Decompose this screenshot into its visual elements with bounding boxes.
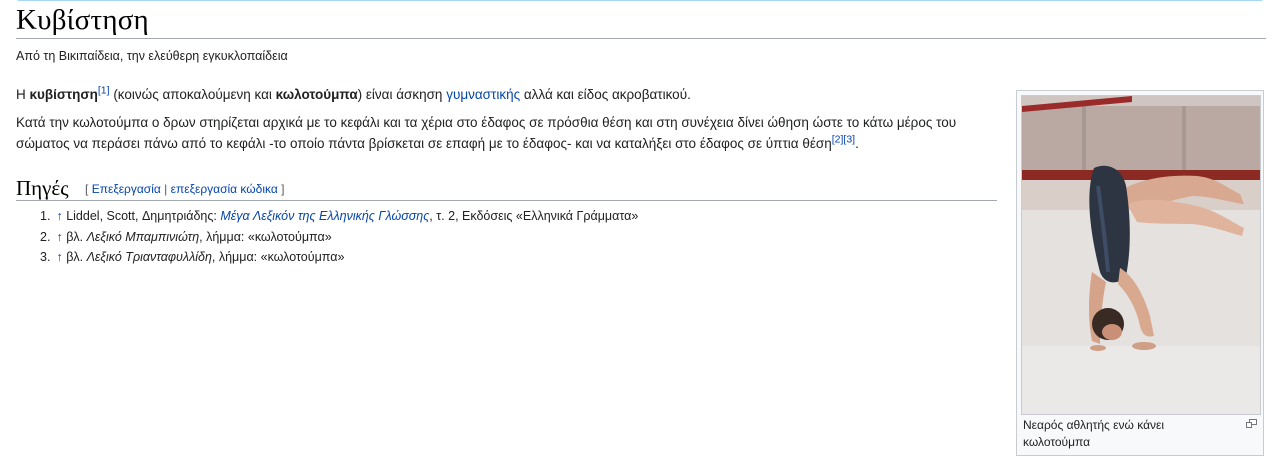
text: ) είναι άσκηση xyxy=(357,87,447,102)
intro-paragraph: Η κυβίστηση[1] (κοινώς αποκαλούμενη και … xyxy=(16,84,1006,105)
sources-heading: Πηγές xyxy=(16,176,69,200)
edit-section-links: [ Επεξεργασία | επεξεργασία κώδικα ] xyxy=(85,182,284,196)
edit-source-link[interactable]: επεξεργασία κώδικα xyxy=(171,182,278,196)
ref-text: Liddel, Scott, Δημητριάδης: xyxy=(62,209,221,223)
ref-number: 1. xyxy=(40,209,51,223)
text: Η xyxy=(16,87,30,102)
gymnastics-link[interactable]: γυμναστικής xyxy=(446,87,520,102)
ref-text: , λήμμα: «κωλοτούμπα» xyxy=(211,250,345,264)
reference-3-link[interactable]: [3] xyxy=(843,134,855,146)
ref-number: 2. xyxy=(40,229,51,244)
title-divider xyxy=(16,38,1266,39)
reference-item: 1. ↑ Liddel, Scott, Δημητριάδης: Μέγα Λε… xyxy=(40,206,638,227)
site-tagline: Από τη Βικιπαίδεια, την ελεύθερη εγκυκλο… xyxy=(16,49,288,63)
thumbnail-box: Νεαρός αθλητής ενώ κάνει κωλοτούμπα xyxy=(1016,90,1264,456)
gymnast-photo[interactable] xyxy=(1021,95,1261,415)
reference-item: 3. ↑ βλ. Λεξικό Τριανταφυλλίδη, λήμμα: «… xyxy=(40,247,638,268)
ref-text: βλ. xyxy=(62,229,87,244)
ref-title: Λεξικό Τριανταφυλλίδη xyxy=(86,250,212,264)
sources-section-header: Πηγές [ Επεξεργασία | επεξεργασία κώδικα… xyxy=(16,174,997,201)
ref-text: , λήμμα: «κωλοτούμπα» xyxy=(199,229,332,244)
bracket: [ xyxy=(85,182,92,196)
description-paragraph: Κατά την κωλοτούμπα ο δρων στηρίζεται αρ… xyxy=(16,112,1006,154)
article-body: Η κυβίστηση[1] (κοινώς αποκαλούμενη και … xyxy=(16,84,1006,161)
dictionary-link[interactable]: Μέγα Λεξικόν της Ελληνικής Γλώσσης xyxy=(220,209,429,223)
text: (κοινώς αποκαλούμενη και xyxy=(109,87,276,102)
edit-link[interactable]: Επεξεργασία xyxy=(92,182,161,196)
photo-illustration xyxy=(1022,96,1260,414)
ref-title: Μέγα Λεξικόν της Ελληνικής Γλώσσης xyxy=(220,209,430,223)
bracket: ] xyxy=(277,182,285,196)
search-bar-edge xyxy=(16,0,1264,1)
alt-term-bold: κωλοτούμπα xyxy=(275,87,358,102)
ref-text: βλ. xyxy=(62,250,87,264)
ref-title: Λεξικό Μπαμπινιώτη xyxy=(86,229,200,244)
reference-2-link[interactable]: [2] xyxy=(832,134,844,146)
text: αλλά και είδος ακροβατικού. xyxy=(520,87,691,102)
page-title: Κυβίστηση xyxy=(16,4,149,36)
ref-text: , τ. 2, Εκδόσεις «Ελληνικά Γράμματα» xyxy=(429,209,639,223)
reference-1-link[interactable]: [1] xyxy=(98,85,110,97)
thumbnail-caption: Νεαρός αθλητής ενώ κάνει κωλοτούμπα xyxy=(1023,418,1165,449)
reference-item: 2. ↑ βλ. Λεξικό Μπαμπινιώτη, λήμμα: «κωλ… xyxy=(40,227,638,248)
term-bold: κυβίστηση xyxy=(29,87,98,102)
references-list: 1. ↑ Liddel, Scott, Δημητριάδης: Μέγα Λε… xyxy=(40,206,638,268)
separator: | xyxy=(160,182,171,196)
text: Κατά την κωλοτούμπα ο δρων στηρίζεται αρ… xyxy=(16,115,957,151)
ref-number: 3. xyxy=(40,250,51,264)
text: . xyxy=(855,136,859,151)
magnify-icon[interactable] xyxy=(1246,419,1257,428)
